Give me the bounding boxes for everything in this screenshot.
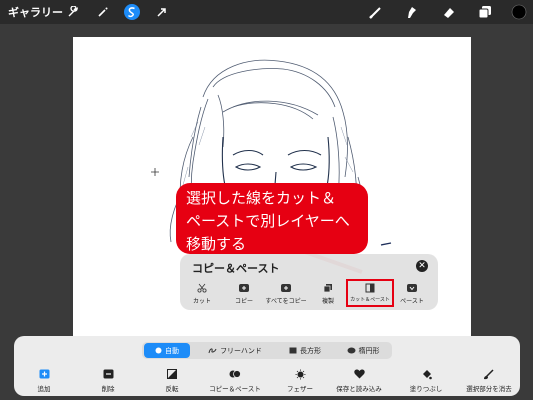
- highlight-box: [346, 279, 394, 307]
- brush-clear-icon: [464, 368, 514, 380]
- brush-icon[interactable]: [367, 3, 385, 21]
- layers-icon[interactable]: [476, 3, 494, 21]
- plus-icon: [34, 368, 54, 380]
- wrench-icon[interactable]: [64, 3, 82, 21]
- transform-arrow-icon[interactable]: [153, 3, 171, 21]
- copy-paste-panel: コピー＆ペースト ✕ カット コピー すべてをコピー 複製 カット＆ペースト ペ…: [180, 254, 438, 310]
- copy-all-button[interactable]: すべてをコピー: [264, 282, 308, 305]
- feather-icon: [285, 368, 315, 380]
- paste-icon: [390, 282, 434, 294]
- top-toolbar: ギャラリー: [0, 0, 533, 24]
- freehand-icon: [208, 348, 217, 354]
- copy-icon: [222, 282, 266, 294]
- heart-icon: [334, 368, 384, 380]
- clear-selection-button[interactable]: 選択部分を消去: [464, 368, 514, 393]
- remove-button[interactable]: 削除: [98, 368, 118, 393]
- selection-toolbar: 自動 フリーハンド 長方形 楕円形 追加 削除 反転 コピー＆ペースト フェザー…: [14, 336, 520, 396]
- fill-icon: [406, 368, 446, 380]
- scissors-icon: [180, 282, 224, 294]
- close-icon[interactable]: ✕: [416, 260, 428, 272]
- invert-button[interactable]: 反転: [162, 368, 182, 393]
- rectangle-icon: [289, 347, 297, 354]
- copy-all-icon: [264, 282, 308, 294]
- feather-button[interactable]: フェザー: [285, 368, 315, 393]
- panel-title: コピー＆ペースト: [192, 262, 280, 275]
- add-button[interactable]: 追加: [34, 368, 54, 393]
- invert-icon: [162, 368, 182, 380]
- magic-wand-icon[interactable]: [94, 3, 112, 21]
- mode-freehand[interactable]: フリーハンド: [200, 343, 270, 358]
- minus-icon: [98, 368, 118, 380]
- paste-button[interactable]: ペースト: [390, 282, 434, 305]
- color-swatch[interactable]: [510, 3, 528, 21]
- ellipse-icon: [347, 347, 355, 354]
- fill-button[interactable]: 塗りつぶし: [406, 368, 446, 393]
- callout-line-2: ペーストで別レイヤーへ: [186, 212, 350, 230]
- cut-button[interactable]: カット: [180, 282, 224, 305]
- instruction-callout: 選択した線をカット＆ ペーストで別レイヤーへ 移動する: [176, 183, 368, 254]
- mode-ellipse[interactable]: 楕円形: [338, 343, 388, 358]
- selection-mode-selector: 自動 フリーハンド 長方形 楕円形: [142, 342, 392, 359]
- callout-line-1: 選択した線をカット＆: [186, 189, 337, 207]
- eraser-icon[interactable]: [440, 3, 458, 21]
- circle-icon: [155, 347, 162, 354]
- duplicate-icon: [306, 282, 350, 294]
- selection-icon[interactable]: [123, 3, 141, 21]
- copy-paste-button[interactable]: コピー＆ペースト: [204, 368, 266, 393]
- copy-button[interactable]: コピー: [222, 282, 266, 305]
- copy-paste-icon: [204, 368, 266, 380]
- mode-rectangle[interactable]: 長方形: [280, 343, 330, 358]
- mode-automatic[interactable]: 自動: [144, 343, 190, 358]
- gallery-button[interactable]: ギャラリー: [8, 4, 63, 20]
- duplicate-button[interactable]: 複製: [306, 282, 350, 305]
- save-load-button[interactable]: 保存と読み込み: [334, 368, 384, 393]
- smudge-icon[interactable]: [402, 3, 420, 21]
